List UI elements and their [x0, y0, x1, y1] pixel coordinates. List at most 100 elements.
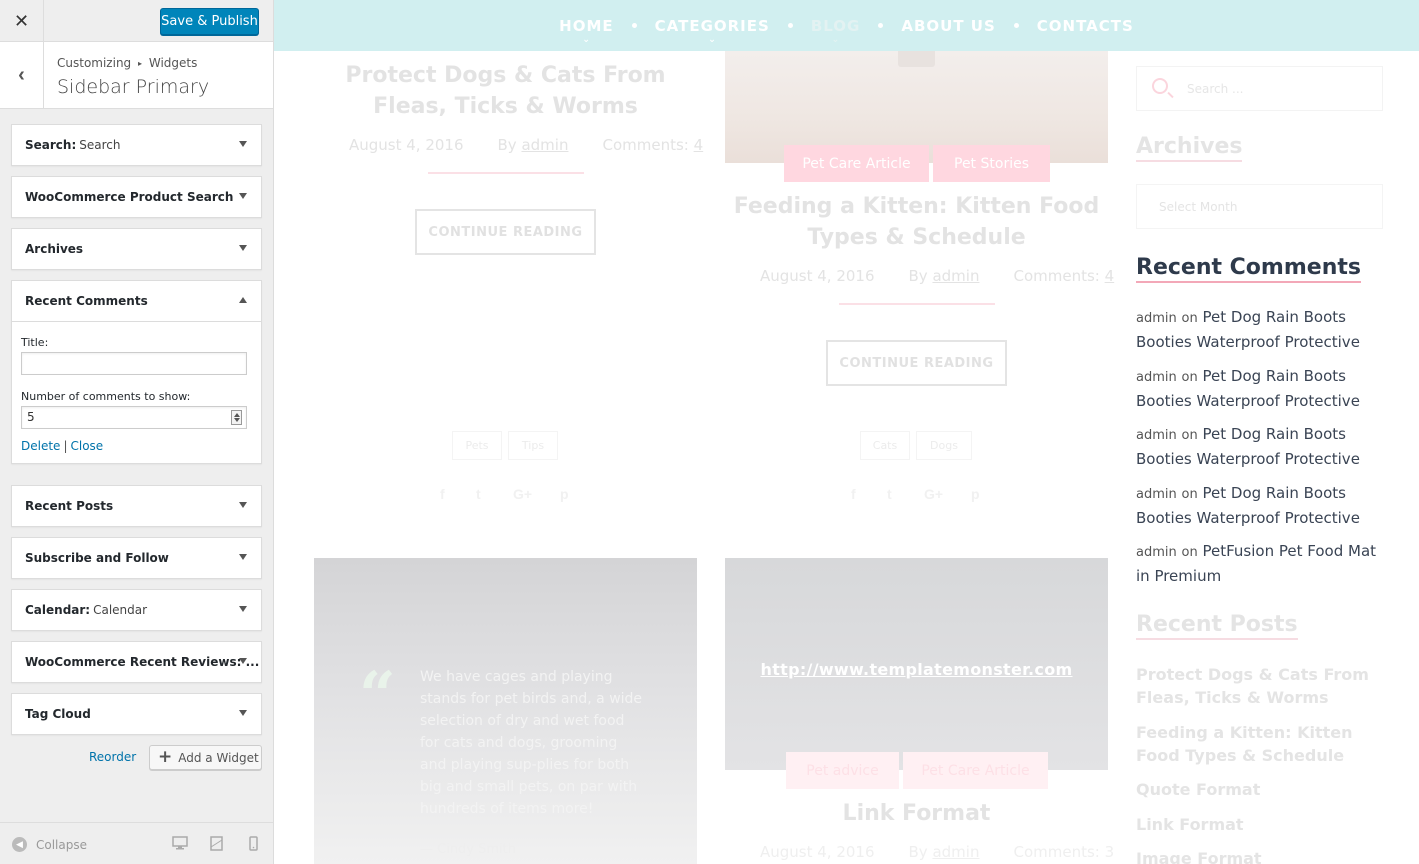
customizer-footer: ◀ Collapse	[0, 822, 273, 864]
quote-icon: “	[359, 658, 396, 733]
collapse-button[interactable]: ◀ Collapse	[12, 837, 87, 852]
widget-header[interactable]: WooCommerce Recent Reviews: ...	[12, 642, 261, 682]
recent-post-link[interactable]: Link Format	[1136, 813, 1386, 836]
breadcrumb: Customizing ▸ Widgets	[57, 56, 197, 70]
post-comments-link[interactable]: 3	[1105, 843, 1115, 861]
archives-select[interactable]: Select Month	[1136, 184, 1383, 229]
widget-form: Title: Number of comments to show: 5 Del…	[12, 321, 261, 463]
arrow-down-icon[interactable]	[239, 606, 247, 612]
nav-contacts[interactable]: CONTACTS	[1019, 17, 1152, 35]
title-input[interactable]	[21, 352, 247, 375]
desktop-icon[interactable]	[172, 836, 188, 855]
widget-title: WooCommerce Recent Reviews: ...	[25, 655, 260, 669]
sidebar-search-input[interactable]: Search ...	[1136, 66, 1383, 111]
widget-header[interactable]: Calendar: Calendar	[12, 590, 261, 630]
facebook-icon[interactable]: f	[851, 486, 856, 502]
arrow-up-icon[interactable]	[239, 297, 247, 303]
nav-label: CATEGORIES	[654, 16, 770, 35]
arrow-down-icon[interactable]	[239, 193, 247, 199]
post-title[interactable]: Link Format	[725, 798, 1108, 829]
comment-on: on	[1181, 428, 1198, 443]
tag-link[interactable]: Cats	[860, 431, 910, 460]
tag-link[interactable]: Tips	[508, 431, 558, 460]
post-author-link[interactable]: admin	[521, 136, 568, 154]
post-author-wrap: By admin	[909, 843, 980, 861]
comment-author: admin	[1136, 487, 1177, 502]
comment-author: admin	[1136, 311, 1177, 326]
count-stepper[interactable]: 5	[21, 406, 247, 429]
site-preview: HOME ⌄ CATEGORIES ⌄ BLOG ⌄ ABOUT US CONTACT…	[274, 0, 1419, 864]
google-plus-icon[interactable]: G+	[513, 486, 532, 502]
widget-header[interactable]: Recent Posts	[12, 486, 261, 526]
facebook-icon[interactable]: f	[440, 486, 445, 502]
nav-about-us[interactable]: ABOUT US	[883, 17, 1013, 35]
tablet-icon[interactable]	[210, 836, 223, 856]
back-arrow-icon[interactable]: ‹	[0, 42, 44, 109]
recent-post-link[interactable]: Feeding a Kitten: Kitten Food Types & Sc…	[1136, 721, 1386, 767]
add-widget-button[interactable]: + Add a Widget	[149, 745, 262, 770]
widget-header[interactable]: Tag Cloud	[12, 694, 261, 734]
post-comments-link[interactable]: 4	[694, 136, 704, 154]
arrow-down-icon[interactable]	[239, 502, 247, 508]
continue-reading-button[interactable]: CONTINUE READING	[415, 209, 596, 255]
comment-on: on	[1181, 487, 1198, 502]
widget-header[interactable]: Subscribe and Follow	[12, 538, 261, 578]
comment-item: admin on PetFusion Pet Food Mat in Premi…	[1136, 540, 1386, 588]
section-title: Sidebar Primary	[57, 76, 210, 98]
widget-header[interactable]: Recent Comments	[12, 281, 261, 321]
delete-link[interactable]: Delete	[21, 439, 60, 453]
save-publish-button[interactable]: Save & Publish	[160, 8, 259, 35]
arrow-down-icon[interactable]	[239, 658, 247, 664]
mobile-icon[interactable]	[249, 836, 258, 856]
google-plus-icon[interactable]: G+	[924, 486, 943, 502]
reorder-link[interactable]: Reorder	[89, 750, 136, 764]
arrow-down-icon[interactable]	[239, 141, 247, 147]
link-url[interactable]: http://www.templatemonster.com	[725, 660, 1108, 679]
comment-item: admin on Pet Dog Rain Boots Booties Wate…	[1136, 365, 1386, 413]
category-link[interactable]: Pet Care Article	[784, 145, 929, 182]
nav-blog[interactable]: BLOG ⌄	[793, 17, 879, 45]
post-comments-link[interactable]: 4	[1105, 267, 1115, 285]
recent-comments-heading: Recent Comments	[1136, 255, 1361, 283]
count-value: 5	[27, 410, 35, 424]
widget-header[interactable]: Search: Search	[12, 125, 261, 165]
post-title[interactable]: Protect Dogs & Cats From Fleas, Ticks & …	[314, 60, 697, 122]
post-meta: August 4, 2016 By admin Comments: 4	[349, 136, 703, 154]
post-author-link[interactable]: admin	[932, 267, 979, 285]
comment-on: on	[1181, 545, 1198, 560]
post-title[interactable]: Feeding a Kitten: Kitten Food Types & Sc…	[725, 191, 1108, 253]
nav-home[interactable]: HOME ⌄	[541, 16, 631, 45]
nav-label: HOME	[559, 16, 614, 35]
nav-categories[interactable]: CATEGORIES ⌄	[637, 16, 788, 45]
comment-author: admin	[1136, 370, 1177, 385]
arrow-down-icon[interactable]	[239, 245, 247, 251]
widget-title: Recent Posts	[25, 499, 114, 513]
category-link[interactable]: Pet advice	[786, 752, 899, 789]
recent-post-link[interactable]: Quote Format	[1136, 778, 1386, 801]
tag-link[interactable]: Dogs	[916, 431, 972, 460]
breadcrumb-root: Customizing	[57, 56, 132, 70]
widget-header[interactable]: WooCommerce Product Search	[12, 177, 261, 217]
close-icon[interactable]: ✕	[0, 0, 44, 42]
spinner-icon[interactable]	[231, 410, 242, 425]
divider	[428, 172, 584, 174]
pinterest-icon[interactable]: p	[560, 486, 569, 502]
tag-link[interactable]: Pets	[452, 431, 502, 460]
widget-header[interactable]: Archives	[12, 229, 261, 269]
arrow-down-icon[interactable]	[239, 710, 247, 716]
recent-post-link[interactable]: Image Format	[1136, 847, 1386, 864]
category-link[interactable]: Pet Care Article	[903, 752, 1048, 789]
widget-title: Recent Comments	[25, 294, 148, 308]
post-by: By	[497, 136, 517, 154]
post-comments-label: Comments:	[602, 136, 689, 154]
close-link[interactable]: Close	[70, 439, 103, 453]
twitter-icon[interactable]: t	[476, 486, 481, 502]
pinterest-icon[interactable]: p	[971, 486, 980, 502]
post-author-link[interactable]: admin	[932, 843, 979, 861]
recent-post-link[interactable]: Protect Dogs & Cats From Fleas, Ticks & …	[1136, 663, 1386, 709]
continue-reading-button[interactable]: CONTINUE READING	[826, 340, 1007, 386]
category-link[interactable]: Pet Stories	[933, 145, 1050, 182]
post-by: By	[908, 267, 928, 285]
twitter-icon[interactable]: t	[887, 486, 892, 502]
arrow-down-icon[interactable]	[239, 554, 247, 560]
